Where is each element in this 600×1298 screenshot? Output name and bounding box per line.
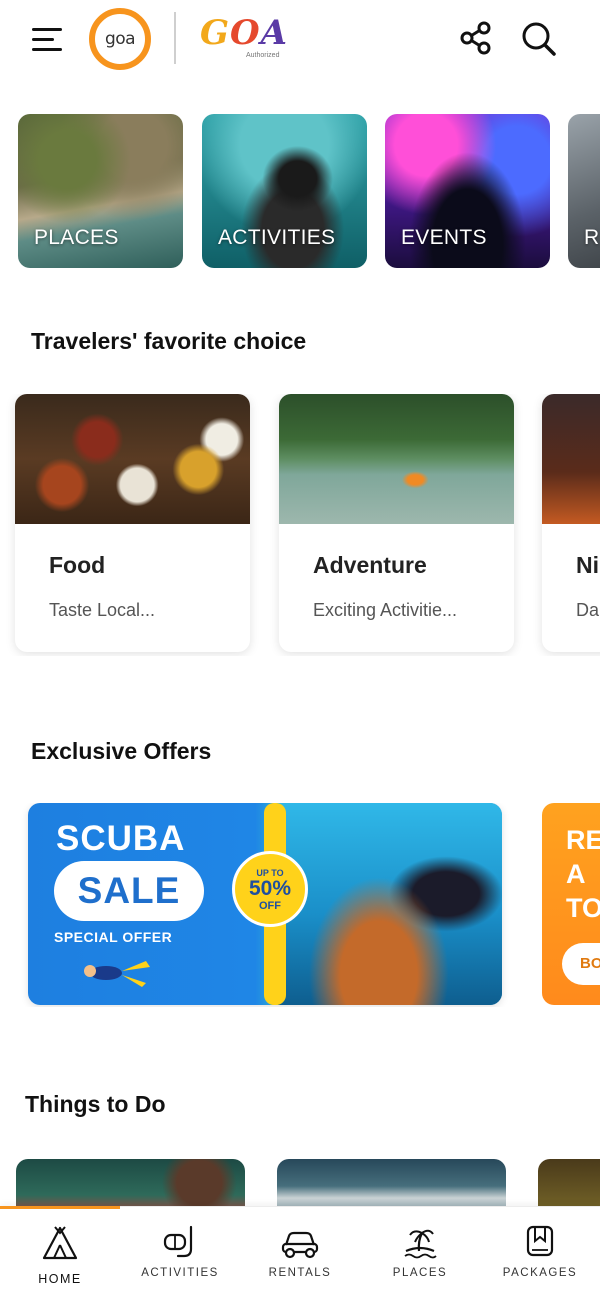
nav-label: RENTALS	[268, 1267, 332, 1279]
offer-secondary-text: RE A TO	[566, 823, 600, 925]
offers-carousel[interactable]: SCUBA SALE SPECIAL OFFER UP TO 50% OFF R…	[0, 803, 600, 1007]
search-icon[interactable]	[518, 18, 558, 58]
category-tile-events[interactable]: EVENTS	[385, 114, 550, 268]
brand-logo-subtitle: Authorized	[246, 52, 280, 59]
nav-label: PACKAGES	[502, 1267, 578, 1279]
brand-logo-word: GOA	[200, 13, 289, 53]
nav-item-home[interactable]: HOME	[0, 1225, 120, 1295]
nav-item-places[interactable]: PLACES	[360, 1225, 480, 1295]
thing-card[interactable]	[16, 1159, 245, 1207]
offers-section-title: Exclusive Offers	[31, 738, 212, 764]
favorites-section-title: Travelers' favorite choice	[31, 328, 307, 354]
offer-secondary-button[interactable]: BO	[562, 943, 600, 985]
share-icon[interactable]	[458, 20, 494, 56]
offer-secondary-line: RE	[566, 825, 600, 855]
category-carousel[interactable]: PLACES ACTIVITIES EVENTS R	[0, 114, 600, 268]
adventure-image	[279, 394, 514, 524]
nav-label: HOME	[38, 1272, 82, 1286]
offer-secondary-line: A	[566, 859, 586, 889]
category-label: PLACES	[34, 226, 119, 249]
diver-illustration-icon	[84, 961, 150, 987]
nav-item-packages[interactable]: PACKAGES	[480, 1225, 600, 1295]
scuba-diver-image	[278, 803, 502, 1005]
active-tab-indicator	[0, 1206, 120, 1209]
category-tile-rentals[interactable]: R	[568, 114, 600, 268]
palm-island-icon	[404, 1229, 437, 1259]
tent-icon	[42, 1226, 78, 1260]
category-tile-places[interactable]: PLACES	[18, 114, 183, 268]
offer-sale-text: SALE	[77, 870, 181, 911]
nav-item-rentals[interactable]: RENTALS	[240, 1225, 360, 1295]
category-tile-activities[interactable]: ACTIVITIES	[202, 114, 367, 268]
offer-headline: SCUBA	[56, 819, 186, 858]
car-icon	[281, 1231, 319, 1259]
favorite-card-nightlife[interactable]: Ni Da	[542, 394, 600, 652]
bookmark-book-icon	[526, 1225, 554, 1257]
offer-banner-secondary[interactable]: RE A TO BO	[542, 803, 600, 1005]
food-image	[15, 394, 250, 524]
snorkel-icon	[163, 1225, 193, 1258]
logo-divider	[174, 12, 176, 64]
discount-badge-value: 50%	[248, 877, 292, 900]
favorite-card-title: Food	[49, 552, 106, 578]
thing-card[interactable]	[538, 1159, 600, 1207]
nav-label: ACTIVITIES	[141, 1267, 219, 1279]
category-label: ACTIVITIES	[218, 226, 336, 249]
favorite-card-title: Adventure	[313, 552, 427, 578]
offer-sale-pill: SALE	[54, 861, 204, 921]
discount-badge: UP TO 50% OFF	[232, 851, 308, 927]
offer-banner-scuba[interactable]: SCUBA SALE SPECIAL OFFER UP TO 50% OFF	[28, 803, 502, 1005]
favorites-carousel[interactable]: Food Taste Local... Adventure Exciting A…	[0, 394, 600, 656]
thing-card[interactable]	[277, 1159, 506, 1207]
brand-logo: GOA Authorized	[200, 14, 290, 62]
favorite-card-food[interactable]: Food Taste Local...	[15, 394, 250, 652]
favorite-card-desc: Da	[576, 600, 600, 620]
nightlife-image	[542, 394, 600, 524]
category-label: EVENTS	[401, 226, 487, 249]
bottom-navigation: HOME ACTIVITIES RENTALS PLACES PACKAGES	[0, 1206, 600, 1298]
favorite-card-adventure[interactable]: Adventure Exciting Activitie...	[279, 394, 514, 652]
nav-item-activities[interactable]: ACTIVITIES	[120, 1225, 240, 1295]
things-carousel[interactable]	[0, 1159, 600, 1207]
hamburger-menu-icon[interactable]	[32, 24, 66, 54]
offer-secondary-line: TO	[566, 893, 600, 923]
goa-logo-text: goa	[104, 29, 136, 49]
offer-subtitle: SPECIAL OFFER	[54, 929, 173, 945]
favorite-card-title: Ni	[576, 552, 599, 578]
favorite-card-desc: Taste Local...	[49, 600, 156, 620]
discount-badge-bottom: OFF	[259, 900, 281, 912]
goa-logo[interactable]: goa	[89, 8, 151, 70]
category-label: R	[584, 226, 600, 249]
things-section-title: Things to Do	[25, 1091, 166, 1117]
nav-label: PLACES	[392, 1267, 448, 1279]
favorite-card-desc: Exciting Activitie...	[313, 600, 458, 620]
app-header: goa GOA Authorized	[0, 0, 600, 80]
